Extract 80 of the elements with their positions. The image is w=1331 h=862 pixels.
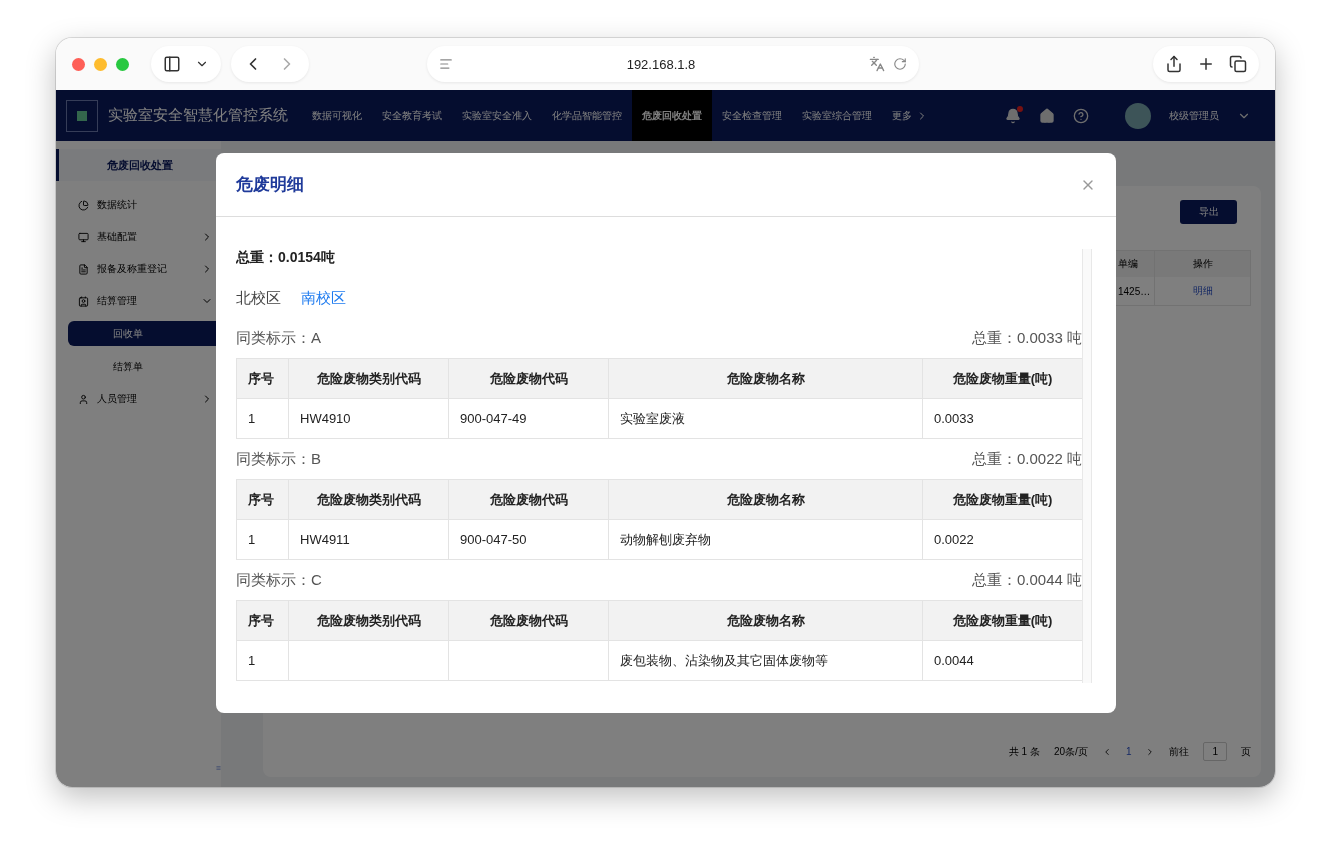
reload-icon[interactable] bbox=[893, 57, 907, 71]
group-total: 总重：0.0022 吨 bbox=[971, 449, 1082, 469]
table-cell: 1 bbox=[237, 399, 289, 439]
sidebar-item[interactable]: 基础配置 bbox=[56, 221, 221, 253]
page-number[interactable]: 1 bbox=[1125, 746, 1132, 757]
table-cell: 废包装物、沾染物及其它固体废物等 bbox=[609, 641, 923, 681]
sidebar-item[interactable]: 数据统计 bbox=[56, 189, 221, 221]
column-header: 危险废物类别代码 bbox=[289, 359, 449, 399]
scrollbar[interactable] bbox=[1082, 249, 1092, 683]
tabs-icon[interactable] bbox=[1229, 55, 1247, 73]
new-tab-icon[interactable] bbox=[1197, 55, 1215, 73]
nav-tab[interactable]: 实验室安全准入 bbox=[452, 90, 542, 141]
export-button[interactable]: 导出 bbox=[1180, 200, 1237, 224]
bell-icon[interactable] bbox=[1005, 107, 1021, 124]
column-header: 序号 bbox=[237, 601, 289, 641]
zoom-window-button[interactable] bbox=[116, 57, 129, 71]
nav-tab[interactable]: 化学品智能管控 bbox=[542, 90, 632, 141]
app-title: 实验室安全智慧化管控系统 bbox=[108, 106, 288, 125]
table-cell: 实验室废液 bbox=[609, 399, 923, 439]
column-header: 危险废物代码 bbox=[449, 601, 609, 641]
sidebar-title: 危废回收处置 bbox=[56, 149, 221, 181]
goto-label: 前往 bbox=[1169, 744, 1190, 759]
page-size-select[interactable]: 20条/页 bbox=[1053, 744, 1088, 759]
sidebar-item[interactable]: 报备及称重登记 bbox=[56, 253, 221, 285]
sidebar-icon[interactable] bbox=[163, 55, 181, 73]
translate-icon[interactable] bbox=[869, 56, 885, 72]
home-icon[interactable] bbox=[1039, 107, 1055, 124]
campus-tab[interactable]: 北校区 bbox=[236, 289, 281, 308]
monitor-icon bbox=[78, 231, 89, 243]
table-cell: 动物解刨废弃物 bbox=[609, 520, 923, 560]
column-header: 危险废物名称 bbox=[609, 480, 923, 520]
page-settings-icon[interactable] bbox=[439, 57, 453, 71]
column-header: 危险废物类别代码 bbox=[289, 480, 449, 520]
help-icon[interactable] bbox=[1073, 107, 1089, 124]
person-icon bbox=[78, 393, 89, 405]
logo bbox=[66, 99, 98, 132]
page-suffix: 页 bbox=[1241, 744, 1251, 759]
column-header: 危险废物重量(吨) bbox=[923, 359, 1082, 399]
column-header: 危险废物重量(吨) bbox=[923, 601, 1082, 641]
group-total: 总重：0.0044 吨 bbox=[971, 570, 1082, 590]
user-name[interactable]: 校级管理员 bbox=[1169, 108, 1219, 123]
table-cell: HW4910 bbox=[289, 399, 449, 439]
table-cell: 1 bbox=[237, 520, 289, 560]
campus-tab[interactable]: 南校区 bbox=[301, 289, 346, 308]
avatar[interactable] bbox=[1125, 102, 1151, 129]
contact-card-icon bbox=[78, 295, 89, 307]
group-label: 同类标示：C bbox=[236, 570, 322, 590]
group-label: 同类标示：A bbox=[236, 328, 321, 348]
total-count: 共 1 条 bbox=[1008, 744, 1040, 759]
table-cell: 1 bbox=[237, 641, 289, 681]
nav-tab[interactable]: 安全教育考试 bbox=[372, 90, 452, 141]
column-header: 序号 bbox=[237, 359, 289, 399]
nav-tab[interactable]: 实验室综合管理 bbox=[792, 90, 882, 141]
table-header: 操作 bbox=[1154, 251, 1250, 277]
table-cell: 900-047-50 bbox=[449, 520, 609, 560]
nav-tab[interactable]: 数据可视化 bbox=[302, 90, 372, 141]
address-bar[interactable]: 192.168.1.8 bbox=[427, 46, 919, 82]
nav-tab[interactable]: 安全检查管理 bbox=[712, 90, 792, 141]
column-header: 危险废物代码 bbox=[449, 359, 609, 399]
nav-tab[interactable]: 危废回收处置 bbox=[632, 90, 712, 141]
goto-field[interactable]: 1 bbox=[1203, 742, 1227, 761]
column-header: 危险废物名称 bbox=[609, 601, 923, 641]
column-header: 危险废物重量(吨) bbox=[923, 480, 1082, 520]
group-label: 同类标示：B bbox=[236, 449, 321, 469]
close-window-button[interactable] bbox=[72, 57, 85, 71]
column-header: 危险废物类别代码 bbox=[289, 601, 449, 641]
group-total: 总重：0.0033 吨 bbox=[971, 328, 1082, 348]
share-icon[interactable] bbox=[1165, 55, 1183, 73]
sidebar-item[interactable]: 人员管理 bbox=[56, 383, 221, 415]
column-header: 序号 bbox=[237, 480, 289, 520]
dialog-title: 危废明细 bbox=[236, 174, 305, 196]
nav-tab[interactable]: 更多 bbox=[882, 90, 938, 141]
table-cell: HW4911 bbox=[289, 520, 449, 560]
column-header: 危险废物名称 bbox=[609, 359, 923, 399]
column-header: 危险废物代码 bbox=[449, 480, 609, 520]
total-weight: 总重：0.0154吨 bbox=[236, 249, 336, 267]
document-icon bbox=[78, 263, 89, 275]
sidebar-item[interactable]: 结算管理 bbox=[56, 285, 221, 317]
chart-icon bbox=[78, 199, 89, 211]
table-cell: 900-047-49 bbox=[449, 399, 609, 439]
